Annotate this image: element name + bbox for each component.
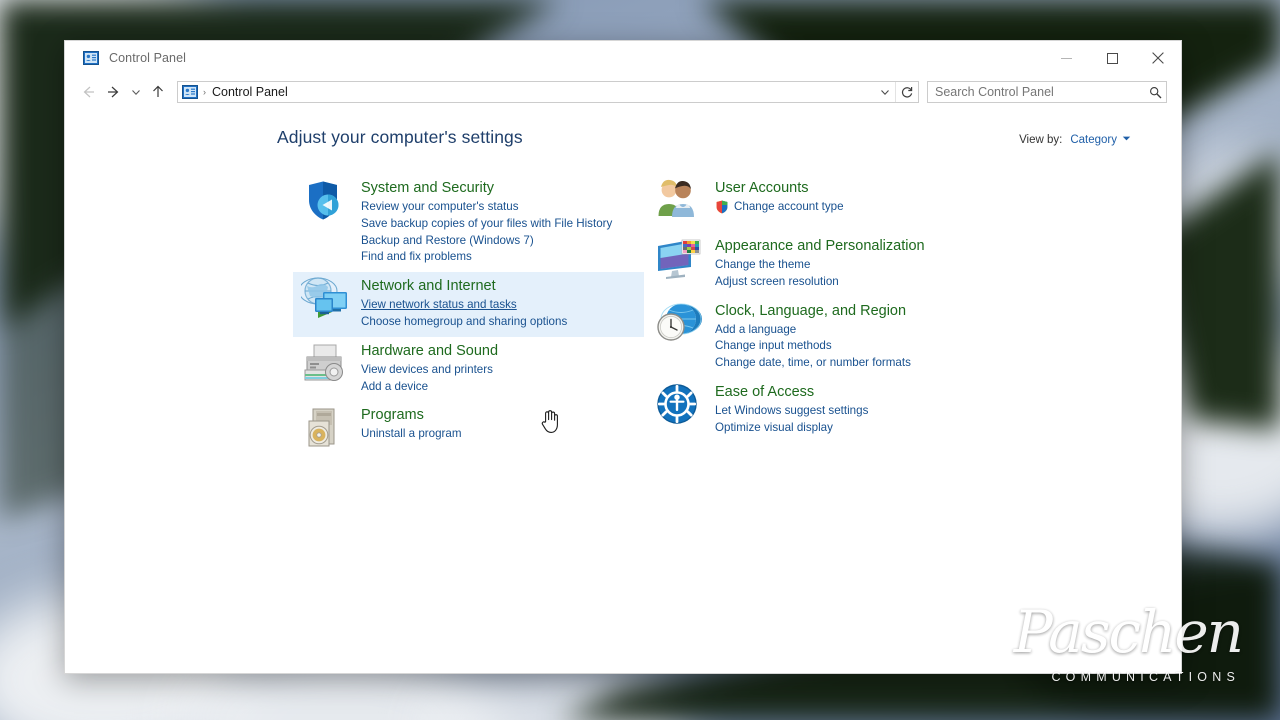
search-input[interactable]: Search Control Panel — [935, 85, 1149, 99]
control-panel-icon — [182, 84, 198, 100]
maximize-button[interactable] — [1089, 41, 1135, 75]
printer-icon[interactable] — [301, 341, 351, 389]
category-title-link[interactable]: Clock, Language, and Region — [715, 302, 911, 321]
category-task-link[interactable]: Save backup copies of your files with Fi… — [361, 216, 612, 233]
back-button[interactable] — [75, 79, 101, 105]
desktop-background: Control Panel › Control Panel Search Con… — [0, 0, 1280, 720]
category-task-link[interactable]: Uninstall a program — [361, 426, 462, 443]
category-title-link[interactable]: Network and Internet — [361, 277, 567, 296]
minimize-button[interactable] — [1043, 41, 1089, 75]
category-task-link[interactable]: Change input methods — [715, 338, 911, 355]
control-panel-window: Control Panel › Control Panel Search Con… — [64, 40, 1182, 674]
category-system-and-security[interactable]: System and Security Review your computer'… — [295, 174, 647, 272]
category-task-link[interactable]: Review your computer's status — [361, 199, 612, 216]
category-task-link[interactable]: View devices and printers — [361, 362, 498, 379]
page-title: Adjust your computer's settings — [277, 127, 523, 147]
category-clock-language-and-region[interactable]: Clock, Language, and Region Add a languag… — [649, 297, 1001, 378]
category-body: Hardware and Sound View devices and print… — [361, 341, 498, 396]
window-titlebar[interactable]: Control Panel — [65, 41, 1181, 75]
uac-shield-icon — [715, 200, 729, 214]
category-body: Clock, Language, and Region Add a languag… — [715, 301, 911, 372]
category-title-link[interactable]: Ease of Access — [715, 383, 868, 402]
category-title-link[interactable]: User Accounts — [715, 179, 844, 198]
clock-globe-icon[interactable] — [655, 301, 705, 349]
view-by-label: View by: — [1019, 134, 1063, 146]
breadcrumb-separator-icon: › — [203, 87, 206, 97]
up-button[interactable] — [145, 79, 171, 105]
ease-of-access-icon[interactable] — [655, 382, 705, 430]
category-task-link[interactable]: Adjust screen resolution — [715, 274, 925, 291]
category-body: System and Security Review your computer'… — [361, 178, 612, 266]
refresh-icon[interactable] — [895, 82, 917, 102]
search-icon[interactable] — [1149, 86, 1162, 99]
category-column-right: User Accounts Change account type Appear… — [649, 174, 1001, 459]
forward-button[interactable] — [101, 79, 127, 105]
category-appearance-and-personalization[interactable]: Appearance and Personalization Change the… — [649, 232, 1001, 297]
control-panel-content: Adjust your computer's settings View by:… — [65, 109, 1181, 673]
category-task-link[interactable]: Optimize visual display — [715, 420, 868, 437]
category-task-link[interactable]: Let Windows suggest settings — [715, 403, 868, 420]
category-column-left: System and Security Review your computer'… — [293, 174, 647, 459]
content-header: Adjust your computer's settings View by:… — [277, 127, 1159, 148]
category-task-link[interactable]: Change the theme — [715, 257, 925, 274]
category-title-link[interactable]: Appearance and Personalization — [715, 237, 925, 256]
category-title-link[interactable]: System and Security — [361, 179, 612, 198]
category-body: Programs Uninstall a program — [361, 405, 462, 443]
chevron-down-icon[interactable] — [875, 82, 895, 102]
view-by-dropdown[interactable]: Category — [1070, 134, 1117, 146]
category-task-link[interactable]: Add a language — [715, 322, 911, 339]
category-programs[interactable]: Programs Uninstall a program — [295, 401, 647, 459]
category-task-link[interactable]: Add a device — [361, 379, 498, 396]
shield-security-icon[interactable] — [301, 178, 351, 226]
chevron-down-icon[interactable] — [1122, 134, 1131, 143]
category-task-link[interactable]: Find and fix problems — [361, 249, 612, 266]
category-body: Network and Internet View network status … — [361, 276, 567, 331]
category-ease-of-access[interactable]: Ease of Access Let Windows suggest settin… — [649, 378, 1001, 443]
close-button[interactable] — [1135, 41, 1181, 75]
category-hardware-and-sound[interactable]: Hardware and Sound View devices and print… — [295, 337, 647, 402]
appearance-monitor-icon[interactable] — [655, 236, 705, 284]
category-title-link[interactable]: Programs — [361, 406, 462, 425]
category-task-link[interactable]: Backup and Restore (Windows 7) — [361, 233, 612, 250]
address-bar[interactable]: › Control Panel — [177, 81, 919, 103]
category-task-label: Change account type — [734, 200, 844, 213]
category-task-link[interactable]: Change date, time, or number formats — [715, 355, 911, 372]
window-title: Control Panel — [109, 51, 187, 65]
control-panel-icon — [83, 50, 99, 66]
category-body: User Accounts Change account type — [715, 178, 844, 216]
category-body: Appearance and Personalization Change the… — [715, 236, 925, 291]
search-box[interactable]: Search Control Panel — [927, 81, 1167, 103]
category-title-link[interactable]: Hardware and Sound — [361, 342, 498, 361]
category-user-accounts[interactable]: User Accounts Change account type — [649, 174, 1001, 232]
network-globe-icon[interactable] — [301, 276, 351, 324]
category-grid: System and Security Review your computer'… — [87, 174, 1159, 459]
category-task-link[interactable]: Choose homegroup and sharing options — [361, 314, 567, 331]
breadcrumb-control-panel[interactable]: Control Panel — [212, 85, 288, 99]
programs-disc-icon[interactable] — [301, 405, 351, 453]
recent-locations-button[interactable] — [127, 79, 145, 105]
window-controls — [1043, 41, 1181, 75]
category-body: Ease of Access Let Windows suggest settin… — [715, 382, 868, 437]
category-task-link[interactable]: Change account type — [715, 199, 844, 216]
category-task-link[interactable]: View network status and tasks — [361, 297, 567, 314]
user-accounts-icon[interactable] — [655, 178, 705, 226]
navigation-toolbar: › Control Panel Search Control Panel — [65, 75, 1181, 109]
category-network-and-internet[interactable]: Network and Internet View network status … — [293, 272, 644, 337]
